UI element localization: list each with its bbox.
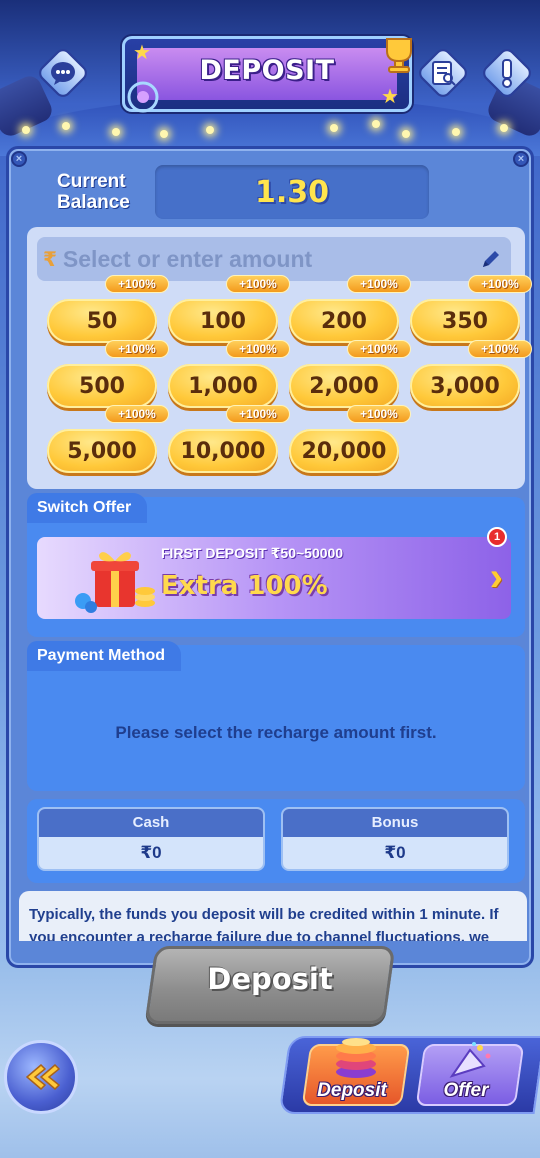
amount-selector: ₹ Select or enter amount 50 +100% 100 +1… xyxy=(27,227,532,489)
amount-option-100[interactable]: 100 xyxy=(168,299,278,343)
double-chevron-left-icon xyxy=(25,1063,61,1091)
amount-value: 50 xyxy=(86,308,118,334)
bonus-tag: +100% xyxy=(347,340,411,358)
amount-value: 10,000 xyxy=(180,438,266,464)
bonus-tag: +100% xyxy=(347,405,411,423)
amount-value: 20,000 xyxy=(301,438,387,464)
bonus-tag: +100% xyxy=(226,405,290,423)
amount-value: 3,000 xyxy=(430,373,500,399)
amount-option-350[interactable]: 350 xyxy=(410,299,520,343)
amount-option-200[interactable]: 200 xyxy=(289,299,399,343)
amount-option-1000[interactable]: 1,000 xyxy=(168,364,278,408)
notification-badge: 1 xyxy=(487,527,507,547)
amount-option-500[interactable]: 500 xyxy=(47,364,157,408)
bonus-tag: +100% xyxy=(226,340,290,358)
payment-method-title: Payment Method xyxy=(27,641,182,671)
amount-option-2000[interactable]: 2,000 xyxy=(289,364,399,408)
balance-display: 1.30 xyxy=(155,165,429,219)
amount-option-20000[interactable]: 20,000 xyxy=(289,429,399,473)
amount-value: 100 xyxy=(200,308,246,334)
deposit-notice: Typically, the funds you deposit will be… xyxy=(19,891,527,941)
customer-service-button[interactable] xyxy=(36,46,90,100)
switch-offer-section: Switch Offer FIRST DEPOSIT ₹50~50000 Ext… xyxy=(27,493,525,637)
amount-value: 2,000 xyxy=(309,373,379,399)
bonus-tag: +100% xyxy=(226,275,290,293)
nav-offer-label: Offer xyxy=(443,1080,489,1101)
amount-option-10000[interactable]: 10,000 xyxy=(168,429,278,473)
screw-icon: × xyxy=(513,151,529,167)
gift-box-icon xyxy=(75,552,155,613)
bonus-tag: +100% xyxy=(105,405,169,423)
deposit-panel: × × Current Balance 1.30 ₹ Select or ent… xyxy=(6,146,534,968)
bonus-box: Bonus ₹0 xyxy=(281,807,509,871)
balance-label-line1: Current xyxy=(57,171,126,192)
offer-banner-title: FIRST DEPOSIT ₹50~50000 xyxy=(161,545,344,561)
wallet-summary: Cash ₹0 Bonus ₹0 xyxy=(27,799,525,883)
amount-placeholder: Select or enter amount xyxy=(62,245,313,272)
info-button[interactable] xyxy=(480,46,534,100)
star-icon: ★ xyxy=(381,86,399,108)
cash-box: Cash ₹0 xyxy=(37,807,265,871)
trophy-cup-icon xyxy=(386,38,412,73)
bonus-tag: +100% xyxy=(105,275,169,293)
amount-value: 350 xyxy=(442,308,488,334)
balance-value: 1.30 xyxy=(254,175,330,210)
amount-value: 5,000 xyxy=(67,438,137,464)
offer-banner-extra: Extra 100% xyxy=(161,571,328,601)
info-icon xyxy=(502,59,512,88)
screw-icon: × xyxy=(11,151,27,167)
rupee-icon: ₹ xyxy=(43,248,57,271)
first-deposit-offer-banner[interactable]: FIRST DEPOSIT ₹50~50000 Extra 100% › xyxy=(37,537,511,619)
switch-offer-title: Switch Offer xyxy=(27,493,148,523)
balance-label: Current Balance xyxy=(57,171,130,213)
page-title: DEPOSIT xyxy=(199,55,335,86)
party-popper-icon xyxy=(449,1042,491,1078)
payment-method-message: Please select the recharge amount first. xyxy=(115,723,437,742)
star-icon: ★ xyxy=(133,42,151,64)
chevron-right-icon[interactable]: › xyxy=(490,557,503,597)
string-lights xyxy=(0,116,540,146)
headset-icon xyxy=(127,81,159,113)
title-plate: DEPOSIT ★ ★ xyxy=(122,36,412,113)
amount-value: 1,000 xyxy=(188,373,258,399)
amount-option-50[interactable]: 50 xyxy=(47,299,157,343)
customer-service-icon xyxy=(51,62,75,85)
bonus-value: ₹0 xyxy=(384,843,406,862)
cash-label: Cash xyxy=(39,809,263,837)
amount-option-3000[interactable]: 3,000 xyxy=(410,364,520,408)
payment-method-section: Payment Method Please select the recharg… xyxy=(27,641,525,791)
cash-value: ₹0 xyxy=(140,843,162,862)
amount-option-5000[interactable]: 5,000 xyxy=(47,429,157,473)
amount-value: 200 xyxy=(321,308,367,334)
bonus-tag: +100% xyxy=(468,340,532,358)
bonus-tag: +100% xyxy=(105,340,169,358)
records-icon xyxy=(432,61,456,86)
bonus-tag: +100% xyxy=(347,275,411,293)
bonus-label: Bonus xyxy=(283,809,507,837)
balance-label-line2: Balance xyxy=(57,192,130,213)
back-button[interactable] xyxy=(4,1040,78,1114)
chips-icon xyxy=(336,1038,376,1078)
bonus-tag: +100% xyxy=(468,275,532,293)
deposit-button-label: Deposit xyxy=(207,962,333,996)
amount-value: 500 xyxy=(79,373,125,399)
pencil-icon[interactable] xyxy=(479,247,503,271)
records-button[interactable] xyxy=(416,46,470,100)
nav-deposit-label: Deposit xyxy=(317,1080,387,1101)
